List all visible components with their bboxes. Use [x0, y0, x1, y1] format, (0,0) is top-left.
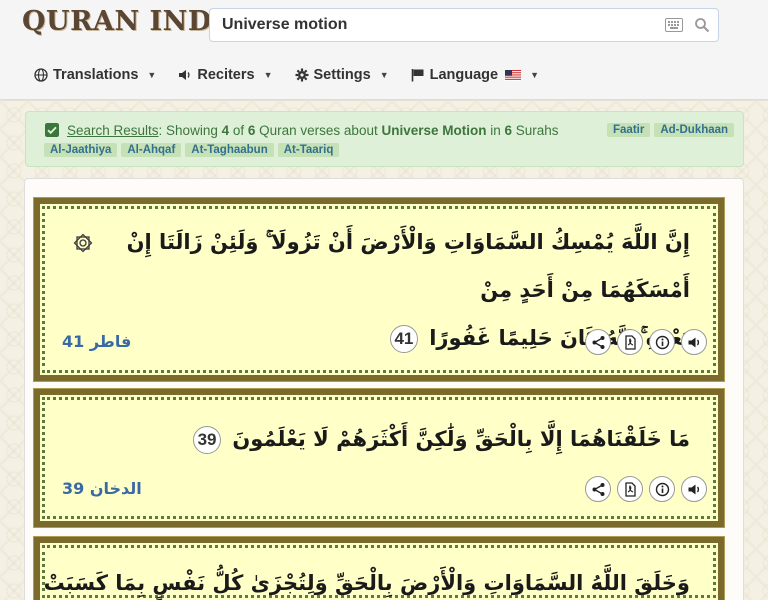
verse-text: مَا خَلَقْنَاهُمَا إِلَّا بِالْحَقِّ وَل…: [70, 415, 690, 463]
surah-tags-row2: Al-Jaathiya Al-Ahqaf At-Taghaabun At-Taa…: [44, 143, 340, 157]
share-button[interactable]: [585, 329, 611, 355]
chevron-down-icon: ▼: [379, 70, 389, 80]
share-button[interactable]: [585, 476, 611, 502]
verse-card: مَا خَلَقْنَاهُمَا إِلَّا بِالْحَقِّ وَل…: [33, 388, 725, 528]
info-icon: [655, 482, 669, 496]
pdf-button[interactable]: [617, 476, 643, 502]
app-header: QURAN INDEX Translations▼: [0, 0, 768, 100]
search-results-link[interactable]: Search Results: [67, 123, 159, 138]
chevron-down-icon: ▼: [147, 70, 157, 80]
pdf-icon: [624, 481, 636, 497]
search-input[interactable]: [210, 9, 650, 41]
surah-tags-row1: Faatir Ad-Dukhaan: [607, 123, 735, 137]
share-icon: [592, 482, 604, 496]
search-icon[interactable]: [694, 17, 710, 33]
nav-reciters[interactable]: Reciters ▼: [178, 67, 273, 83]
keyboard-icon[interactable]: [665, 18, 683, 32]
share-icon: [592, 335, 604, 349]
nav-translations[interactable]: Translations ▼: [34, 67, 156, 83]
surah-tag[interactable]: Ad-Dukhaan: [654, 123, 735, 137]
main-nav: Translations ▼ Reciters ▼ Settings ▼ Lang: [34, 64, 539, 86]
info-button[interactable]: [649, 476, 675, 502]
us-flag-icon: [505, 69, 522, 81]
nav-settings[interactable]: Settings ▼: [295, 67, 389, 83]
verse-actions: [585, 476, 707, 502]
search-box: [209, 8, 719, 42]
info-icon: [655, 335, 669, 349]
surah-tag[interactable]: Faatir: [607, 123, 651, 137]
speaker-icon: [688, 337, 699, 347]
surah-tag[interactable]: Al-Jaathiya: [44, 143, 118, 157]
verse-text: وَخَلَقَ اللَّهُ السَّمَاوَاتِ وَالْأَرْ…: [40, 571, 690, 595]
pdf-icon: [624, 334, 636, 350]
speaker-icon: [688, 484, 699, 494]
play-audio-button[interactable]: [681, 329, 707, 355]
flag-icon: [411, 69, 424, 82]
search-results-alert: Search Results: Showing 4 of 6 Quran ver…: [25, 111, 744, 167]
verse-reference[interactable]: فاطر 41: [62, 332, 131, 351]
ayah-number: 41: [389, 325, 418, 353]
surah-tag[interactable]: Al-Ahqaf: [121, 143, 182, 157]
ayah-number: 39: [193, 426, 222, 454]
nav-language[interactable]: Language ▼: [411, 67, 539, 83]
chevron-down-icon: ▼: [263, 70, 273, 80]
verse-reference[interactable]: الدخان 39: [62, 479, 142, 498]
speaker-icon: [179, 70, 190, 80]
verse-card: وَخَلَقَ اللَّهُ السَّمَاوَاتِ وَالْأَرْ…: [33, 536, 725, 600]
chevron-down-icon: ▼: [530, 70, 540, 80]
results-summary: Search Results: Showing 4 of 6 Quran ver…: [67, 123, 559, 138]
surah-tag[interactable]: At-Taariq: [277, 143, 340, 157]
gear-icon: [295, 68, 308, 82]
verse-card: إِنَّ اللَّهَ يُمْسِكُ السَّمَاوَاتِ وَا…: [33, 197, 725, 382]
play-audio-button[interactable]: [681, 476, 707, 502]
check-icon: [45, 123, 59, 137]
globe-icon: [34, 68, 48, 82]
info-button[interactable]: [649, 329, 675, 355]
verse-actions: [585, 329, 707, 355]
pdf-button[interactable]: [617, 329, 643, 355]
surah-tag[interactable]: At-Taghaabun: [185, 143, 274, 157]
